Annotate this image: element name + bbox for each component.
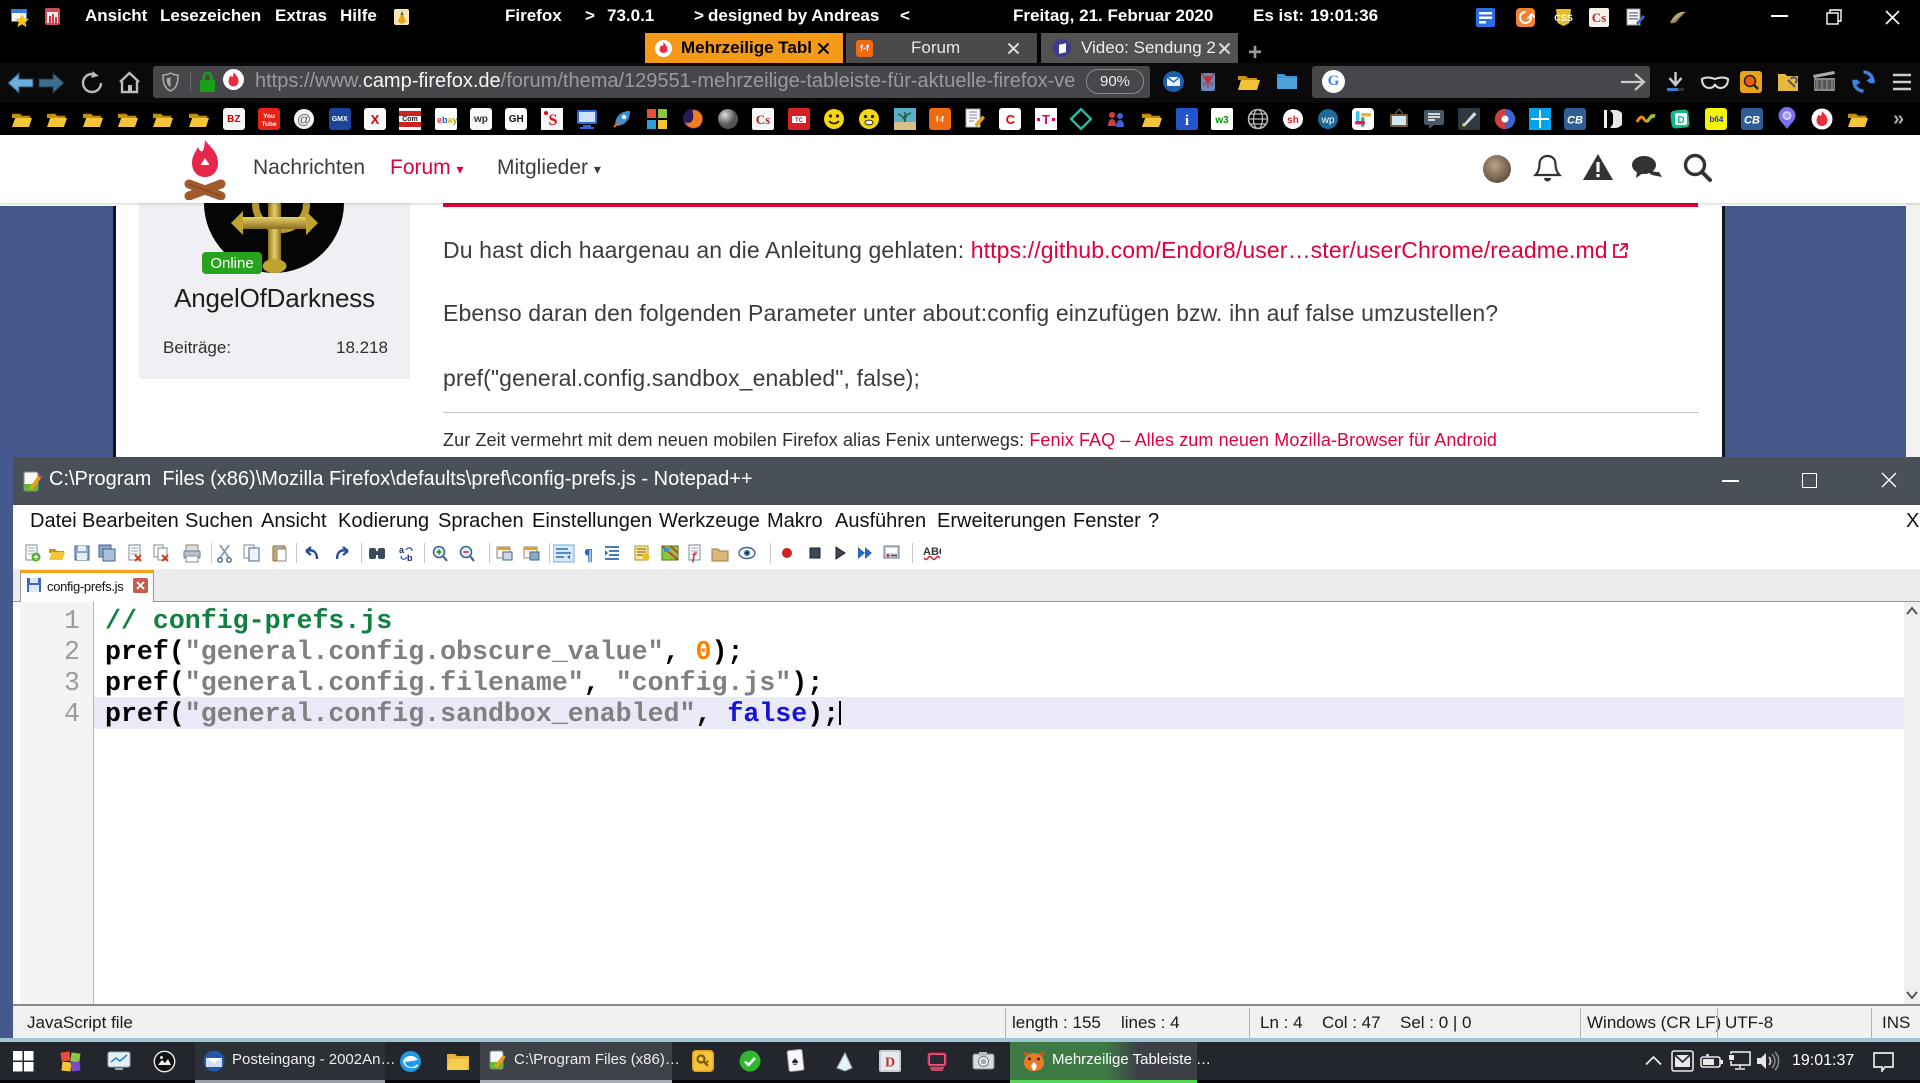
- svg-text:Cs: Cs: [1592, 10, 1606, 25]
- svg-text:D: D: [885, 1056, 895, 1071]
- svg-text:wp: wp: [1321, 115, 1335, 126]
- svg-text:Cs: Cs: [756, 112, 770, 127]
- svg-text:S: S: [548, 112, 557, 129]
- svg-text:Tube: Tube: [262, 121, 277, 128]
- svg-text:sh: sh: [1287, 115, 1299, 126]
- svg-text:w3: w3: [1215, 115, 1230, 126]
- svg-text:CB: CB: [1744, 115, 1760, 127]
- svg-text:CB: CB: [1567, 115, 1583, 127]
- svg-text:a: a: [399, 545, 405, 555]
- svg-text:D: D: [1677, 115, 1684, 126]
- svg-text:Com: Com: [403, 116, 419, 123]
- svg-text:T: T: [1042, 112, 1050, 127]
- svg-text:¶: ¶: [584, 545, 593, 563]
- svg-text:ebay: ebay: [437, 115, 457, 125]
- svg-text:i: i: [1185, 113, 1189, 129]
- svg-text:@: @: [297, 111, 311, 127]
- svg-text:TC: TC: [795, 118, 804, 124]
- svg-text:CSS: CSS: [1554, 13, 1573, 23]
- svg-text:♠: ♠: [792, 1054, 799, 1068]
- svg-text:b: b: [407, 553, 413, 563]
- svg-text:You: You: [263, 113, 275, 120]
